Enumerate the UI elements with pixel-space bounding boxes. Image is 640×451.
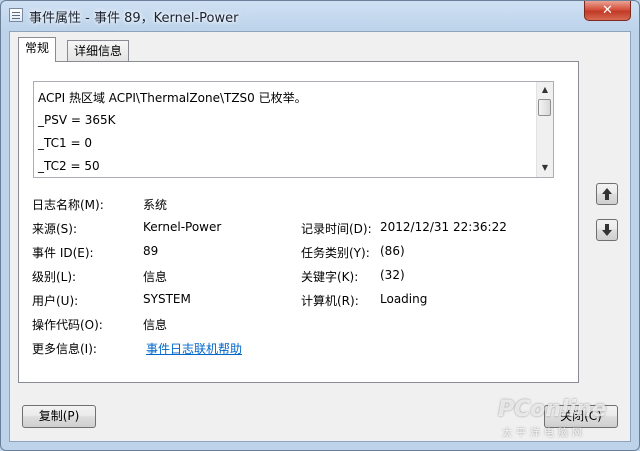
scroll-up-arrow-icon[interactable]: ▲ <box>537 82 553 98</box>
event-id-label: 事件 ID(E): <box>32 246 94 260</box>
watermark-subtitle: 太平洋电脑网 <box>502 428 586 439</box>
copy-button[interactable]: 复制(P) <box>22 405 96 428</box>
source-value: Kernel-Power <box>143 220 222 234</box>
user-value: SYSTEM <box>143 292 191 306</box>
online-help-link[interactable]: 事件日志联机帮助 <box>146 340 242 357</box>
tab-general[interactable]: 常规 <box>18 37 57 62</box>
source-label: 来源(S): <box>32 222 78 236</box>
event-description-box[interactable]: ACPI 热区域 ACPI\ThermalZone\TZS0 已枚举。 _PSV… <box>33 81 554 178</box>
up-arrow-icon <box>602 188 612 200</box>
opcode-value: 信息 <box>143 318 168 332</box>
description-scrollbar[interactable]: ▲ ▼ <box>536 82 553 177</box>
opcode-label: 操作代码(O): <box>32 318 103 332</box>
tab-details[interactable]: 详细信息 <box>67 40 130 62</box>
down-arrow-icon <box>602 224 612 236</box>
next-event-button[interactable] <box>596 219 618 241</box>
title-bar[interactable]: 事件属性 - 事件 89，Kernel-Power ✕ <box>1 1 639 31</box>
event-properties-window: 事件属性 - 事件 89，Kernel-Power ✕ 常规 详细信息 ACPI… <box>0 0 640 451</box>
more-info-label: 更多信息(I): <box>32 342 97 356</box>
event-viewer-app-icon <box>9 8 23 22</box>
logged-value: 2012/12/31 22:36:22 <box>380 220 507 234</box>
task-category-value: (86) <box>380 244 405 258</box>
keywords-label: 关键字(K): <box>301 270 359 284</box>
user-label: 用户(U): <box>32 294 79 308</box>
level-label: 级别(L): <box>32 270 77 284</box>
level-value: 信息 <box>143 270 168 284</box>
description-line: _TC1 = 0 <box>38 136 92 150</box>
event-id-value: 89 <box>143 244 159 258</box>
general-tab-panel: ACPI 热区域 ACPI\ThermalZone\TZS0 已枚举。 _PSV… <box>18 61 579 383</box>
keywords-value: (32) <box>380 268 405 282</box>
description-line: _TC2 = 50 <box>38 159 100 173</box>
log-name-label: 日志名称(M): <box>32 198 104 212</box>
log-name-value: 系统 <box>143 198 168 212</box>
scroll-down-arrow-icon[interactable]: ▼ <box>537 160 553 176</box>
task-category-label: 任务类别(Y): <box>301 246 370 260</box>
computer-value: Loading <box>380 292 428 306</box>
previous-event-button[interactable] <box>596 183 618 205</box>
description-line: _PSV = 365K <box>38 113 116 127</box>
logged-label: 记录时间(D): <box>301 222 372 236</box>
description-line: ACPI 热区域 ACPI\ThermalZone\TZS0 已枚举。 <box>38 91 307 105</box>
window-title: 事件属性 - 事件 89，Kernel-Power <box>29 11 239 26</box>
computer-label: 计算机(R): <box>301 294 359 308</box>
window-close-button[interactable]: ✕ <box>584 1 631 21</box>
scroll-thumb[interactable] <box>538 99 551 116</box>
dialog-client-area: 常规 详细信息 ACPI 热区域 ACPI\ThermalZone\TZS0 已… <box>9 31 631 442</box>
